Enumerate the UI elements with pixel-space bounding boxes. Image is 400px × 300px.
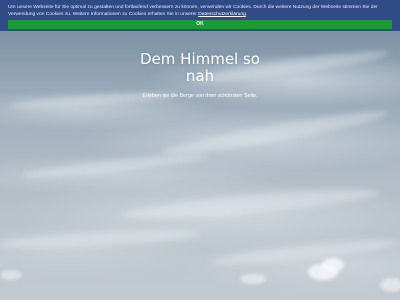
- cookie-notice-text: Um unsere Webseite für Sie optimal zu ge…: [8, 4, 396, 18]
- cloud-puff: [322, 258, 344, 272]
- cloud-puff: [0, 270, 22, 280]
- privacy-policy-link[interactable]: Datenschutzerklärung: [198, 12, 246, 17]
- cookie-accept-button[interactable]: OK: [8, 20, 392, 29]
- cookie-notice-message: Um unsere Webseite für Sie optimal zu ge…: [8, 5, 378, 17]
- hero-title: Dem Himmel so nah: [140, 50, 260, 85]
- cloud-puff: [380, 278, 400, 292]
- cookie-notice-period: .: [245, 12, 248, 17]
- cloud-streak: [119, 183, 381, 225]
- cloud-streak: [160, 105, 390, 161]
- cloud-puff: [240, 274, 266, 284]
- cookie-banner: Um unsere Webseite für Sie optimal zu ge…: [0, 0, 400, 31]
- hero-subtitle: Erleben sie die Berge von ihrer schönste…: [142, 93, 258, 99]
- cloud-streak: [19, 150, 211, 182]
- cloud-streak: [0, 226, 201, 252]
- cloud-streak: [209, 235, 400, 269]
- hero-background: Dem Himmel so nah Erleben sie die Berge …: [0, 0, 400, 300]
